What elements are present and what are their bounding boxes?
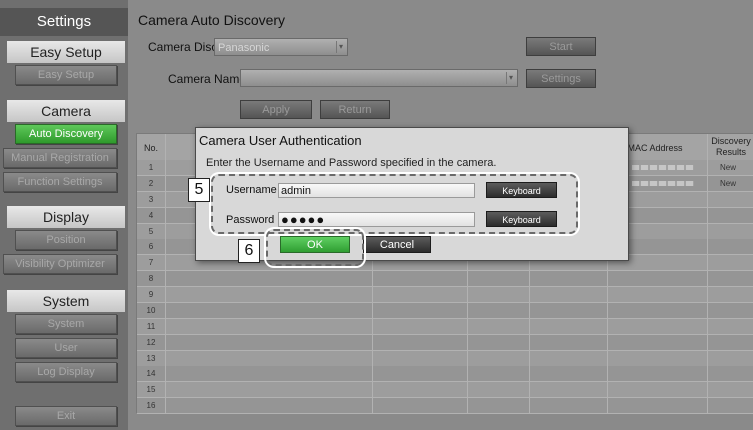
chevron-down-icon: ▾ xyxy=(506,72,515,84)
callout-ok-outline xyxy=(266,229,364,266)
sidebar-section-camera: Camera xyxy=(7,100,125,122)
row-number: 6 xyxy=(148,242,154,252)
header-no: No. xyxy=(143,143,158,153)
column-divider xyxy=(165,134,166,414)
camera-discovery-select[interactable]: Panasonic ▾ xyxy=(214,38,348,56)
row-number: 16 xyxy=(146,401,156,411)
exit-button[interactable]: Exit xyxy=(15,406,117,426)
row-number: 3 xyxy=(148,194,154,204)
table-row[interactable]: 10 xyxy=(137,302,753,319)
discovery-result: New xyxy=(719,163,736,172)
return-button[interactable]: Return xyxy=(320,100,390,119)
callout-credentials-outline xyxy=(211,174,578,234)
sidebar-title: Settings xyxy=(0,8,128,36)
camera-name-label: Camera Name xyxy=(168,72,247,86)
manual-registration-button[interactable]: Manual Registration xyxy=(3,148,117,168)
dialog-message: Enter the Username and Password specifie… xyxy=(206,157,497,169)
camera-discovery-value: Panasonic xyxy=(218,42,270,54)
row-number: 5 xyxy=(148,226,154,236)
row-number: 14 xyxy=(146,369,156,379)
apply-button[interactable]: Apply xyxy=(240,100,312,119)
row-number: 2 xyxy=(148,178,154,188)
row-number: 10 xyxy=(146,305,156,315)
discovery-result: New xyxy=(719,178,736,188)
callout-number-6: 6 xyxy=(238,239,260,263)
function-settings-button[interactable]: Function Settings xyxy=(3,172,117,192)
row-number: 15 xyxy=(146,385,156,395)
app-window: Settings Easy Setup Easy Setup Camera Au… xyxy=(0,0,753,430)
row-number: 11 xyxy=(146,321,156,331)
page-title: Camera Auto Discovery xyxy=(138,12,286,28)
table-row[interactable]: 9 xyxy=(137,287,753,303)
system-button[interactable]: System xyxy=(15,314,117,334)
row-number: 1 xyxy=(148,163,154,172)
row-number: 9 xyxy=(148,290,154,299)
table-row[interactable]: 16 xyxy=(137,398,753,415)
header-discovery-results: Discovery Results xyxy=(711,136,751,157)
mac-address-redacted xyxy=(632,180,694,186)
mac-address-redacted xyxy=(632,165,694,170)
sidebar-section-system: System xyxy=(7,290,125,312)
table-row[interactable]: 15 xyxy=(137,382,753,399)
callout-number-5: 5 xyxy=(188,178,210,202)
position-button[interactable]: Position xyxy=(15,230,117,250)
visibility-optimizer-button[interactable]: Visibility Optimizer xyxy=(3,254,117,274)
log-display-button[interactable]: Log Display xyxy=(15,362,117,382)
column-divider xyxy=(707,134,708,414)
row-number: 7 xyxy=(148,258,154,268)
table-row[interactable]: 11 xyxy=(137,318,753,335)
row-number: 13 xyxy=(146,353,156,363)
user-button[interactable]: User xyxy=(15,338,117,358)
row-number: 12 xyxy=(146,337,156,347)
table-row[interactable]: 12 xyxy=(137,334,753,351)
easy-setup-button[interactable]: Easy Setup xyxy=(15,65,117,85)
table-row[interactable]: 8 xyxy=(137,271,753,288)
row-number: 8 xyxy=(148,274,154,284)
table-row[interactable]: 13 xyxy=(137,350,753,367)
cancel-button[interactable]: Cancel xyxy=(363,236,431,253)
table-row[interactable]: 14 xyxy=(137,366,753,383)
start-button[interactable]: Start xyxy=(526,37,596,56)
settings-button[interactable]: Settings xyxy=(526,69,596,88)
dialog-title: Camera User Authentication xyxy=(199,133,362,148)
auto-discovery-button[interactable]: Auto Discovery xyxy=(15,124,117,144)
sidebar: Settings Easy Setup Easy Setup Camera Au… xyxy=(0,0,128,430)
sidebar-section-display: Display xyxy=(7,206,125,228)
camera-name-select[interactable]: ▾ xyxy=(240,69,518,87)
sidebar-section-easy-setup: Easy Setup xyxy=(7,41,125,63)
row-number: 4 xyxy=(148,210,154,220)
chevron-down-icon: ▾ xyxy=(336,41,345,53)
